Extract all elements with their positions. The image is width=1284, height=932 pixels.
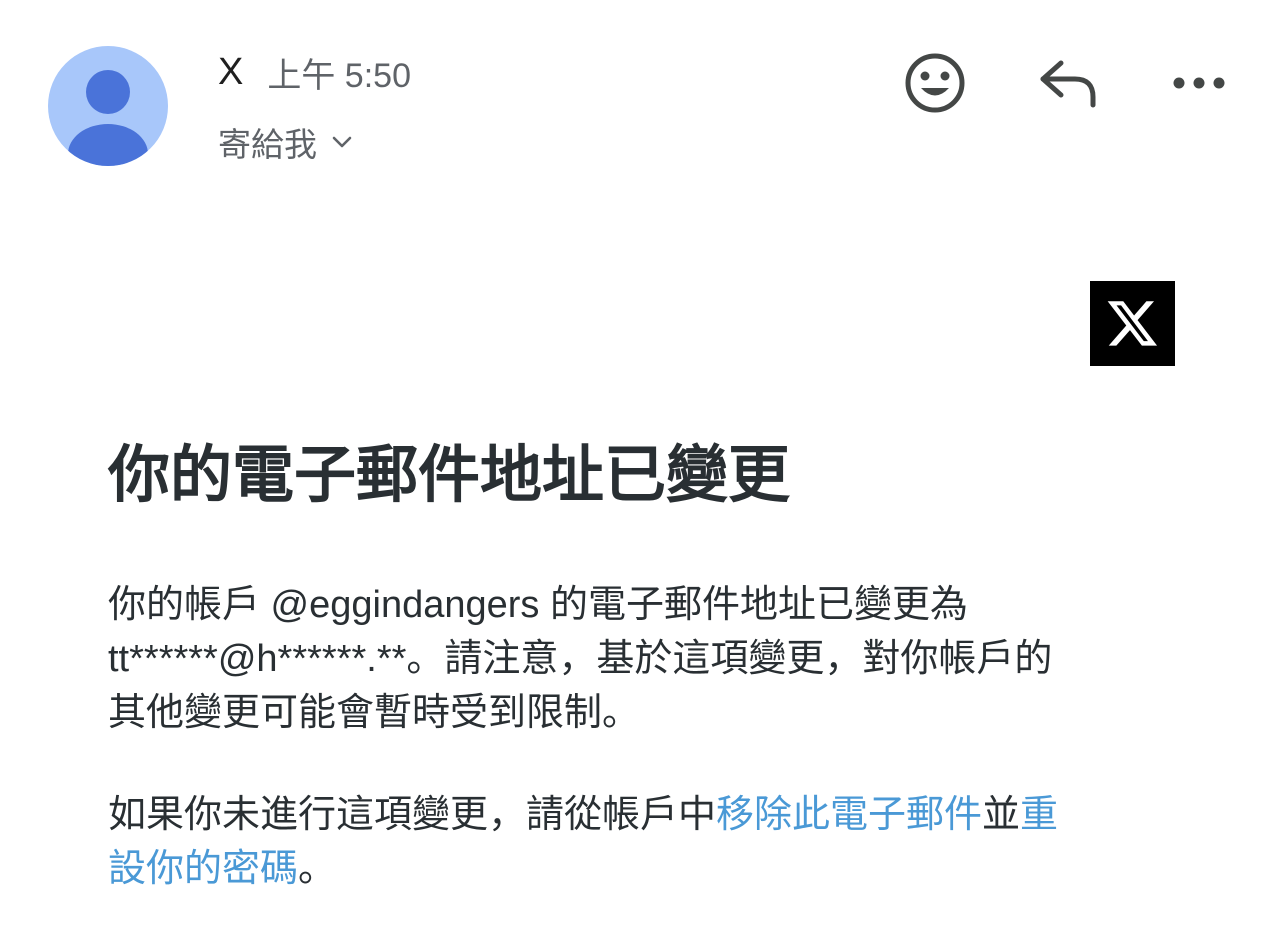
emoji-icon bbox=[905, 53, 965, 113]
person-icon bbox=[68, 70, 148, 166]
paragraph-2-line-2: 設你的密碼。 bbox=[108, 842, 1180, 896]
email-paragraph-2: 如果你未進行這項變更，請從帳戶中移除此電子郵件並重 設你的密碼。 bbox=[108, 788, 1180, 896]
sender-avatar[interactable] bbox=[48, 46, 168, 166]
emoji-reaction-button[interactable] bbox=[900, 48, 970, 118]
paragraph-2-line-1: 如果你未進行這項變更，請從帳戶中移除此電子郵件並重 bbox=[108, 788, 1180, 842]
paragraph-2-text-middle: 並 bbox=[982, 794, 1021, 836]
recipient-label: 寄給我 bbox=[218, 126, 317, 163]
reply-icon bbox=[1040, 60, 1096, 108]
email-title: 你的電子郵件地址已變更 bbox=[108, 441, 791, 510]
sender-name[interactable]: X bbox=[218, 51, 243, 94]
x-logo-icon bbox=[1107, 300, 1157, 346]
paragraph-1-line-1: 你的帳戶 @eggindangers 的電子郵件地址已變更為 bbox=[108, 584, 968, 626]
paragraph-2-text-end: 。 bbox=[298, 848, 337, 890]
reply-button[interactable] bbox=[1032, 48, 1102, 118]
remove-email-link[interactable]: 移除此電子郵件 bbox=[716, 794, 982, 836]
message-time: 上午 5:50 bbox=[267, 56, 411, 95]
recipient-toggle[interactable]: 寄給我 bbox=[218, 120, 353, 164]
reset-password-link-part-1[interactable]: 重 bbox=[1020, 794, 1058, 836]
message-header: X 上午 5:50 寄給我 bbox=[0, 0, 1284, 200]
email-view: X 上午 5:50 寄給我 你的電子郵件地址已變更 你的帳戶 @eggindan… bbox=[0, 0, 1284, 932]
email-paragraph-1: 你的帳戶 @eggindangers 的電子郵件地址已變更為 tt******@… bbox=[108, 578, 1180, 740]
paragraph-1-line-3: 其他變更可能會暫時受到限制。 bbox=[108, 692, 641, 734]
sender-line: X 上午 5:50 bbox=[218, 50, 411, 95]
paragraph-2-text-before: 如果你未進行這項變更，請從帳戶中 bbox=[108, 794, 717, 836]
reset-password-link-part-2[interactable]: 設你的密碼 bbox=[108, 848, 298, 890]
paragraph-1-line-2: tt******@h******.**。請注意，基於這項變更，對你帳戶的 bbox=[108, 638, 1053, 680]
more-options-button[interactable] bbox=[1164, 48, 1234, 118]
x-logo bbox=[1090, 281, 1175, 366]
more-options-icon bbox=[1173, 77, 1225, 89]
chevron-down-icon bbox=[331, 135, 353, 149]
